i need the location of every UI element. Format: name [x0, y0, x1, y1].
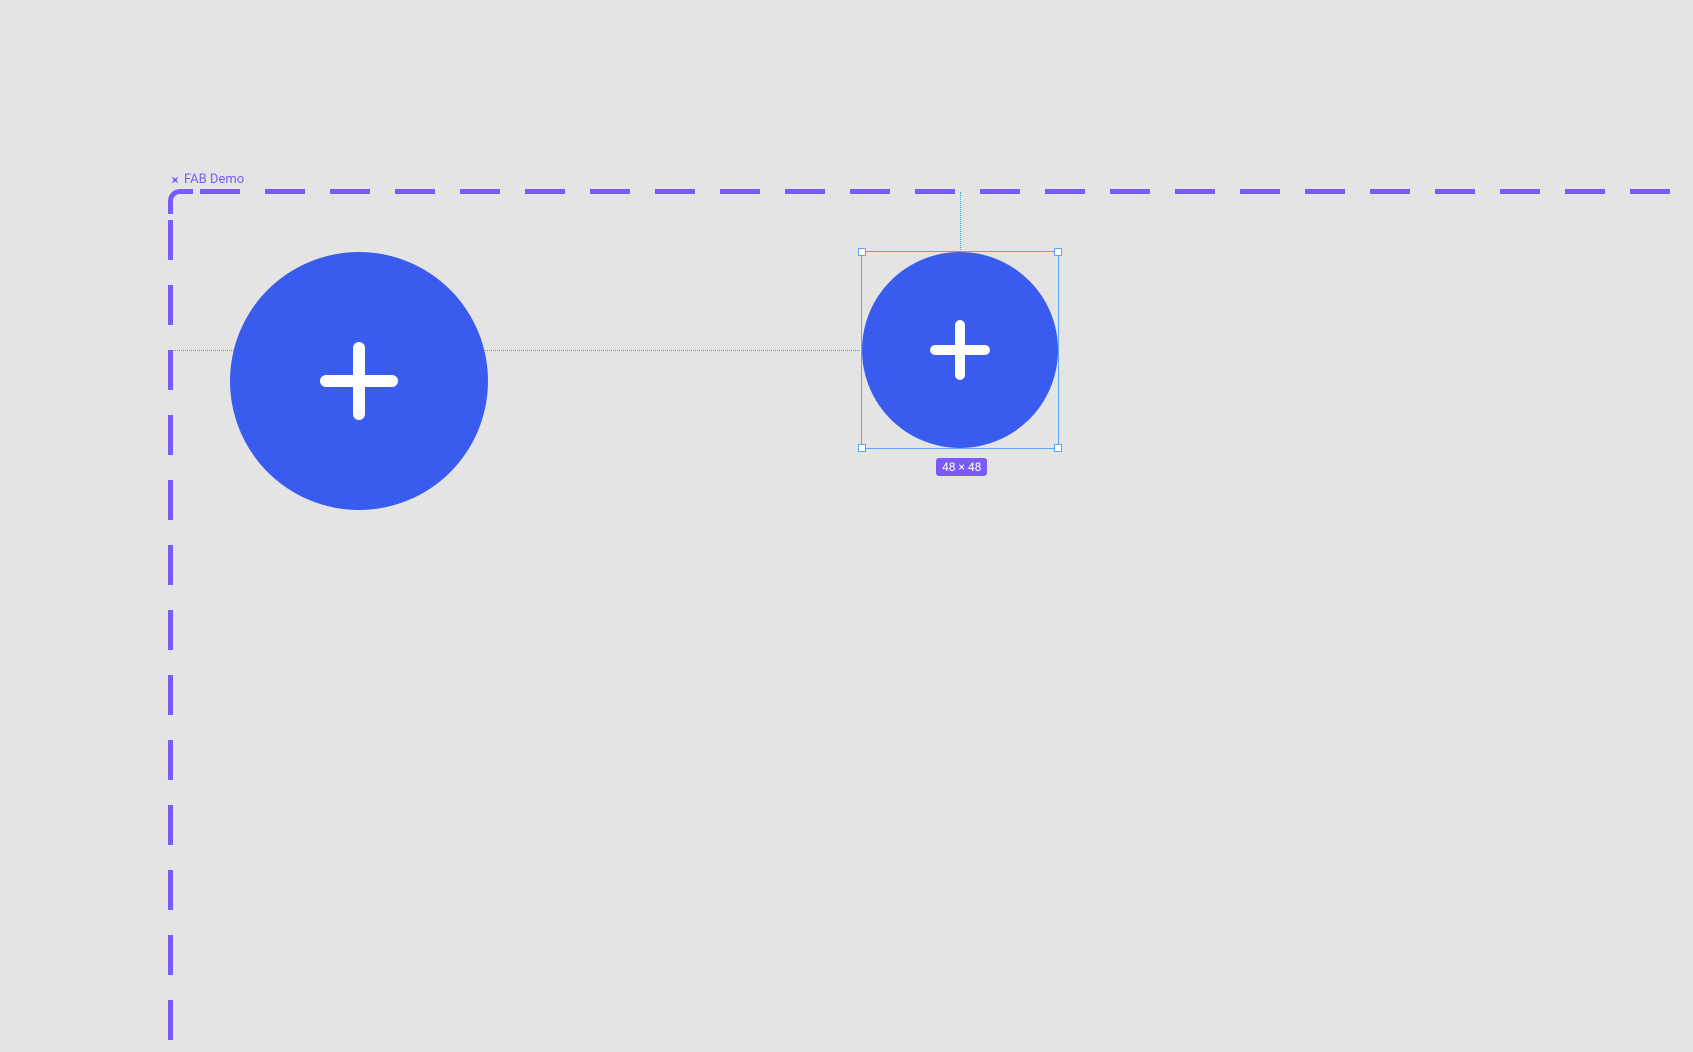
- selection-bounding-box[interactable]: [861, 251, 1059, 449]
- resize-handle-bottom-right[interactable]: [1054, 444, 1062, 452]
- alignment-guide-vertical: [960, 192, 961, 252]
- component-icon: [170, 175, 180, 185]
- frame-border-left: [168, 220, 173, 1052]
- fab-large[interactable]: [230, 252, 488, 510]
- frame-border-corner: [168, 189, 193, 214]
- selection-dimensions-badge: 48 × 48: [936, 458, 987, 476]
- resize-handle-bottom-left[interactable]: [858, 444, 866, 452]
- frame-border-top: [200, 189, 1693, 194]
- frame-label[interactable]: FAB Demo: [170, 172, 244, 187]
- resize-handle-top-left[interactable]: [858, 248, 866, 256]
- resize-handle-top-right[interactable]: [1054, 248, 1062, 256]
- frame-title-text: FAB Demo: [184, 172, 244, 187]
- plus-icon: [314, 336, 404, 426]
